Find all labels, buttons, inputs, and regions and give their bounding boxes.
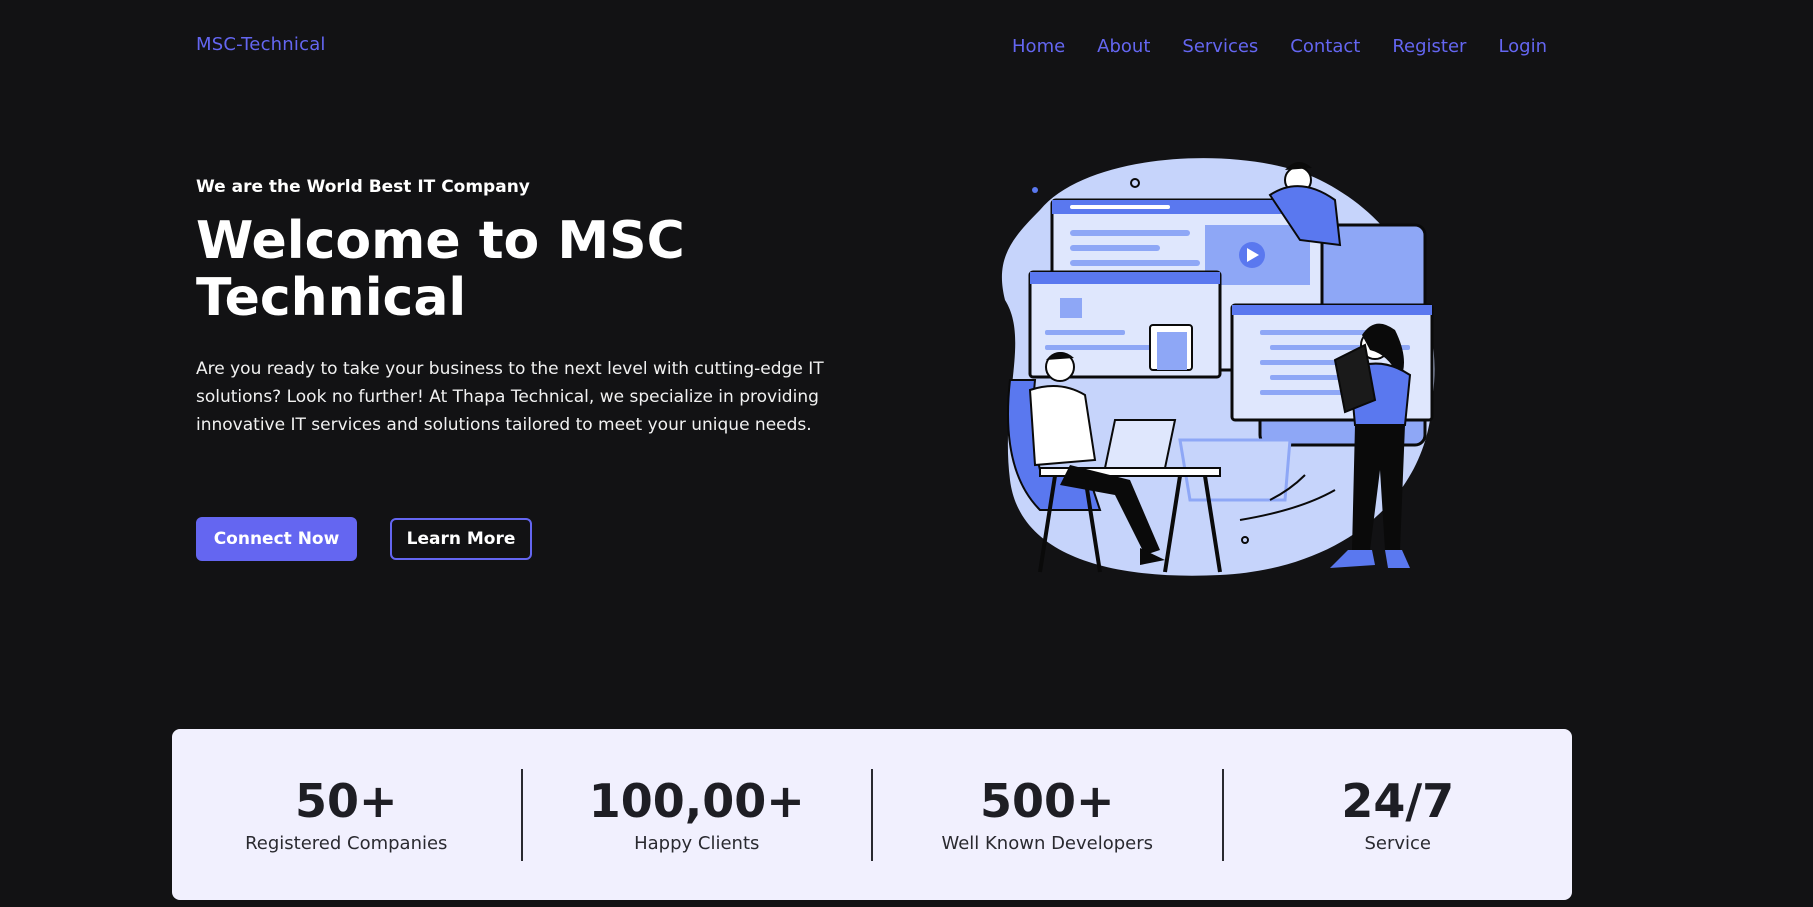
stat-value: 500+ [979, 774, 1115, 828]
stat-label: Happy Clients [634, 833, 760, 854]
hero-content: We are the World Best IT Company Welcome… [196, 177, 856, 439]
hero-tagline: We are the World Best IT Company [196, 177, 530, 197]
nav-register[interactable]: Register [1392, 36, 1466, 57]
main-nav: Home About Services Contact Register Log… [1012, 36, 1547, 57]
page: MSC-Technical Home About Services Contac… [0, 0, 1813, 907]
stat-item: 500+ Well Known Developers [873, 775, 1222, 854]
nav-services[interactable]: Services [1182, 36, 1258, 57]
stat-label: Service [1364, 833, 1432, 854]
nav-contact[interactable]: Contact [1290, 36, 1360, 57]
stat-label: Registered Companies [245, 833, 448, 854]
nav-login[interactable]: Login [1498, 36, 1547, 57]
stat-item: 24/7 Service [1224, 775, 1573, 854]
learn-more-button[interactable]: Learn More [390, 518, 532, 560]
illustration-svg [1001, 158, 1435, 576]
hero-buttons: Connect Now Learn More [196, 517, 532, 561]
stat-label: Well Known Developers [941, 833, 1154, 854]
hero-description: Are you ready to take your business to t… [196, 359, 824, 435]
connect-now-button[interactable]: Connect Now [196, 517, 357, 561]
nav-about[interactable]: About [1097, 36, 1150, 57]
stat-value: 24/7 [1341, 774, 1455, 828]
stat-value: 100,00+ [588, 774, 805, 828]
stats-panel: 50+ Registered Companies 100,00+ Happy C… [172, 729, 1572, 900]
stat-item: 50+ Registered Companies [172, 775, 521, 854]
nav-home[interactable]: Home [1012, 36, 1065, 57]
stat-value: 50+ [294, 774, 398, 828]
hero-title: Welcome to MSC Technical [196, 211, 685, 328]
site-logo[interactable]: MSC-Technical [196, 34, 326, 55]
stat-item: 100,00+ Happy Clients [523, 775, 872, 854]
developers-working-illustration [1000, 150, 1440, 580]
